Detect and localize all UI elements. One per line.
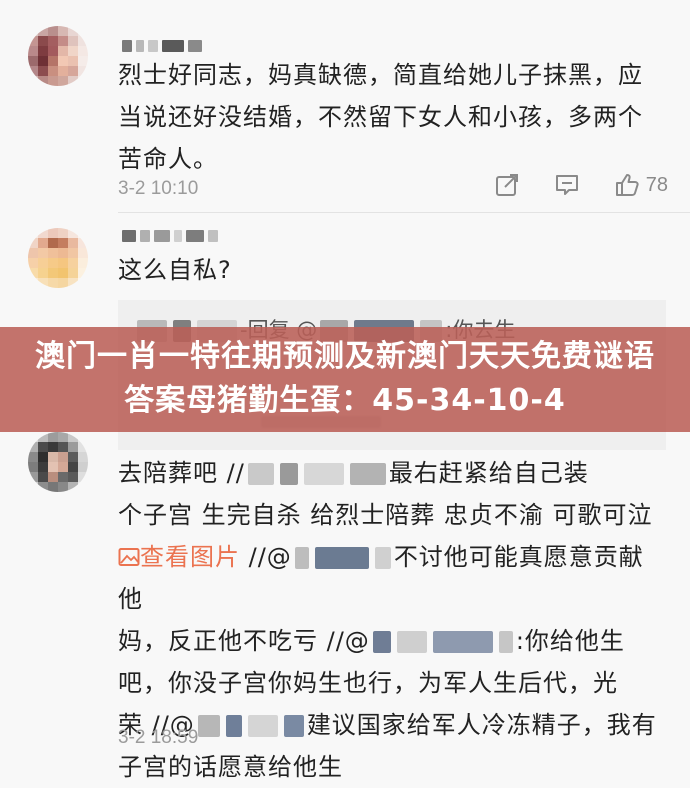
comment-line: 妈，反正他不吃亏 //@:你给他生 (118, 627, 625, 655)
like-icon (615, 174, 639, 196)
comment-icon[interactable] (554, 172, 580, 198)
like-button[interactable]: 78 (614, 172, 668, 198)
comment-text: 这么自私? (118, 256, 232, 284)
comment-line: 个子宫 生完自杀 给烈士陪葬 忠贞不渝 可歌可泣 (118, 501, 653, 529)
comment-line: 子宫的话愿意给他生 (118, 753, 343, 781)
picture-icon (118, 548, 140, 566)
like-count: 78 (645, 173, 668, 196)
comment-actions: 78 (494, 172, 668, 198)
avatar[interactable] (28, 228, 88, 288)
comment-line: 荣 //@ 建议国家给军人冷冻精子，我有 (118, 711, 657, 739)
banner-text: 澳门一肖一特往期预测及新澳门天天免费谜语答案母猪勤生蛋：45-34-10-4 (35, 339, 655, 418)
avatar[interactable] (28, 26, 88, 86)
share-icon[interactable] (494, 172, 520, 198)
comment-time: 3-2 18:59 (118, 727, 199, 748)
view-picture-link[interactable]: 查看图片 (118, 543, 240, 571)
avatar[interactable] (28, 432, 88, 492)
comment-text: 烈士好同志，妈真缺德，简直给她儿子抹黑，应当说还好没结婚，不然留下女人和小孩，多… (118, 61, 643, 173)
comment-line: 查看图片 //@ 不讨他可能真愿意贡献他 (118, 543, 644, 613)
comment-line: 吧，你没子宫你妈生也行，为军人生后代，光 (118, 669, 618, 697)
username-blurred[interactable] (122, 230, 218, 244)
overlay-banner: 澳门一肖一特往期预测及新澳门天天免费谜语答案母猪勤生蛋：45-34-10-4 (0, 327, 690, 432)
comment-line: 去陪葬吧 //最右赶紧给自己装 (118, 459, 589, 487)
divider (118, 212, 690, 213)
username-blurred[interactable] (122, 40, 202, 54)
comment-time: 3-2 10:10 (118, 178, 199, 199)
comment-text: 去陪葬吧 //最右赶紧给自己装 个子宫 生完自杀 给烈士陪葬 忠贞不渝 可歌可泣… (118, 452, 666, 788)
